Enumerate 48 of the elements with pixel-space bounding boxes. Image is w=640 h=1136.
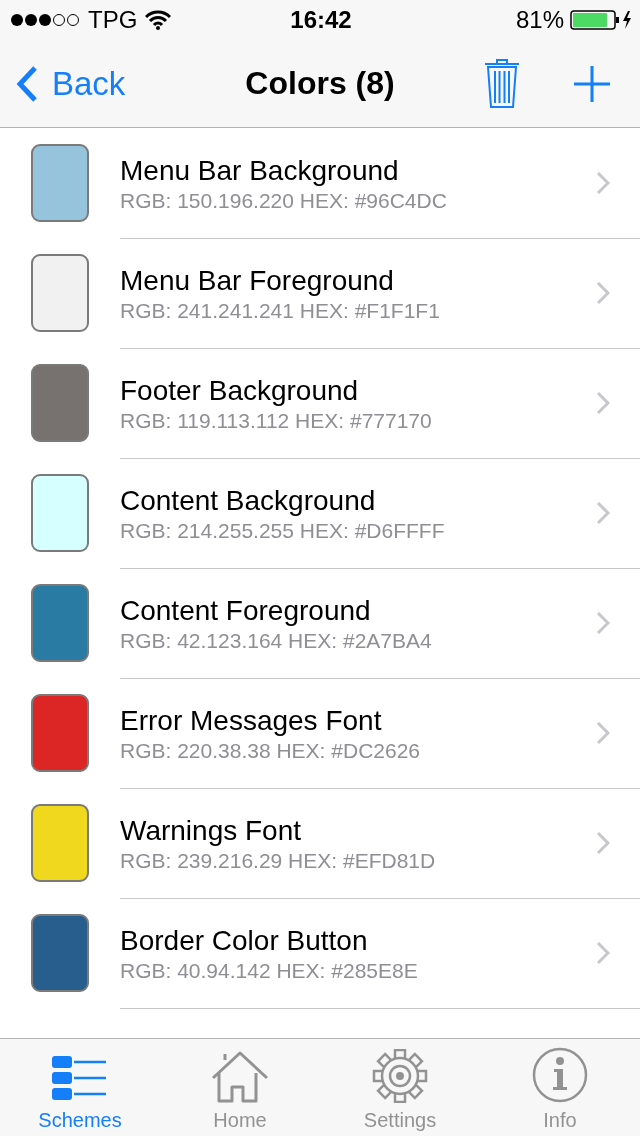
color-name: Warnings Font [120, 814, 303, 847]
color-values: RGB: 214.255.255 HEX: #D6FFFF [120, 518, 446, 543]
color-list-item[interactable]: Menu Bar Foreground RGB: 241.241.241 HEX: #F1F1F1 [120, 237, 640, 349]
color-list-item[interactable]: Footer Background RGB: 119.113.112 HEX: #777170 [120, 347, 640, 459]
color-values: RGB: 220.38.38 HEX: #DC2626 [120, 738, 421, 763]
color-name: Error Messages Font [120, 704, 383, 737]
color-name: Footer Background [120, 374, 360, 407]
trash-icon[interactable] [484, 58, 520, 109]
battery-percentage: 81% [515, 6, 564, 34]
chevron-icon [596, 390, 610, 415]
home-icon [211, 1051, 269, 1103]
clock-time: 16:42 [289, 6, 353, 34]
screen-title: Colors (8) [245, 65, 395, 101]
color-values: RGB: 40.94.142 HEX: #285E8E [120, 958, 419, 983]
color-values: RGB: 119.113.112 HEX: #777170 [120, 408, 433, 433]
chevron-icon [596, 940, 610, 965]
color-name: Border Color Button [120, 924, 369, 957]
plus-icon[interactable] [574, 65, 610, 102]
chevron-icon [596, 280, 610, 305]
list-icon [51, 1053, 109, 1103]
color-values: RGB: 150.196.220 HEX: #96C4DC [120, 188, 448, 213]
back-chevron-icon [16, 64, 38, 103]
color-name: Content Background [120, 484, 377, 517]
color-name: Menu Bar Foreground [120, 264, 395, 297]
carrier-name: TPG [88, 6, 138, 34]
signal-icon [10, 13, 80, 27]
color-values: RGB: 241.241.241 HEX: #F1F1F1 [120, 298, 441, 323]
tab-bar-item[interactable]: Schemes [0, 1039, 160, 1136]
color-list-item[interactable]: Warnings Font RGB: 239.216.29 HEX: #EFD81D [120, 787, 640, 899]
chevron-icon [596, 720, 610, 745]
chevron-icon [596, 610, 610, 635]
gear-icon [371, 1049, 429, 1103]
back-button[interactable]: Back [16, 64, 126, 103]
color-list-item[interactable]: Content Foreground RGB: 42.123.164 HEX: #2A7BA4 [120, 567, 640, 679]
battery-icon [570, 10, 632, 30]
wifi-icon [145, 10, 172, 30]
color-list-item[interactable]: Menu Bar Background RGB: 150.196.220 HEX: #96C4DC [120, 127, 640, 239]
color-name: Content Foreground [120, 594, 372, 627]
chevron-icon [596, 500, 610, 525]
color-name: Menu Bar Background [120, 154, 400, 187]
info-icon [532, 1047, 588, 1103]
color-list-item[interactable]: Border Color Button RGB: 40.94.142 HEX: #285E8E [120, 897, 640, 1009]
chevron-icon [596, 830, 610, 855]
color-values: RGB: 42.123.164 HEX: #2A7BA4 [120, 628, 433, 653]
color-list-item[interactable]: Error Messages Font RGB: 220.38.38 HEX: #DC2626 [120, 677, 640, 789]
color-values: RGB: 239.216.29 HEX: #EFD81D [120, 848, 437, 873]
color-list-item[interactable]: Content Background RGB: 214.255.255 HEX: #D6FFFF [120, 457, 640, 569]
chevron-icon [596, 170, 610, 195]
